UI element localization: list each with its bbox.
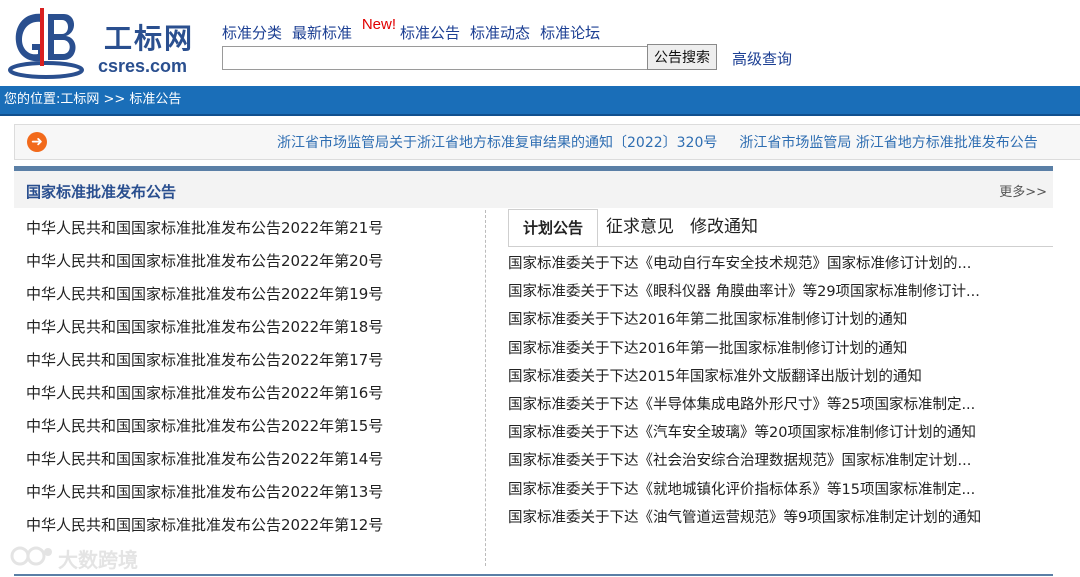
- list-item[interactable]: 国家标准委关于下达2016年第二批国家标准制修订计划的通知: [508, 306, 1038, 334]
- plan-announcement-list: 国家标准委关于下达《电动自行车安全技术规范》国家标准修订计划的... 国家标准委…: [508, 250, 1038, 532]
- new-badge: New!: [361, 16, 397, 33]
- site-logo[interactable]: 工标网 csres.com: [6, 4, 206, 80]
- nav-standard-announcements[interactable]: 标准公告: [400, 22, 460, 44]
- column-divider: [485, 210, 486, 566]
- nav-latest-standards-label: 最新标准: [292, 24, 353, 42]
- list-item[interactable]: 国家标准委关于下达《汽车安全玻璃》等20项国家标准制修订计划的通知: [508, 419, 1038, 447]
- logo-en-text: csres.com: [98, 56, 188, 76]
- list-item[interactable]: 中华人民共和国国家标准批准发布公告2022年第14号: [26, 443, 466, 476]
- announcement-search-input[interactable]: [222, 46, 650, 70]
- ticker-item[interactable]: 浙江省市场监管局 浙江省地方标准批准发布公告: [739, 135, 1037, 151]
- list-item[interactable]: 国家标准委关于下达《就地城镇化评价指标体系》等15项国家标准制定...: [508, 476, 1038, 504]
- list-item[interactable]: 中华人民共和国国家标准批准发布公告2022年第16号: [26, 377, 466, 410]
- section-title: 国家标准批准发布公告: [26, 183, 177, 201]
- more-link[interactable]: 更多>>: [999, 181, 1047, 200]
- tab-plan-announcements[interactable]: 计划公告: [508, 209, 599, 247]
- plan-tabs: 计划公告 征求意见 修改通知: [508, 209, 1053, 247]
- list-item[interactable]: 中华人民共和国国家标准批准发布公告2022年第15号: [26, 410, 466, 443]
- list-item[interactable]: 中华人民共和国国家标准批准发布公告2022年第17号: [26, 344, 466, 377]
- nav-standard-category[interactable]: 标准分类: [222, 22, 282, 44]
- nav-standard-news[interactable]: 标准动态: [470, 22, 530, 44]
- list-item[interactable]: 中华人民共和国国家标准批准发布公告2022年第21号: [26, 212, 466, 245]
- nav-standard-forum[interactable]: 标准论坛: [540, 22, 600, 44]
- top-nav: 标准分类 最新标准 New! 标准公告 标准动态 标准论坛: [222, 16, 610, 46]
- site-header: 工标网 csres.com 标准分类 最新标准 New! 标准公告 标准动态 标准论坛 公…: [0, 0, 1080, 84]
- nav-latest-standards[interactable]: 最新标准 New!: [292, 16, 396, 44]
- list-item[interactable]: 中华人民共和国国家标准批准发布公告2022年第13号: [26, 476, 466, 509]
- section-header: 国家标准批准发布公告 更多>>: [14, 166, 1053, 208]
- breadcrumb-bar: 您的位置:工标网 >> 标准公告: [0, 86, 1080, 116]
- logo-cn-text: 工标网: [104, 22, 195, 55]
- arrow-right-circle-icon: ➜: [27, 132, 47, 152]
- list-item[interactable]: 国家标准委关于下达2015年国家标准外文版翻译出版计划的通知: [508, 363, 1038, 391]
- gb-logo-icon: [8, 8, 84, 79]
- list-item[interactable]: 国家标准委关于下达《社会治安综合治理数据规范》国家标准制定计划...: [508, 447, 1038, 475]
- list-item[interactable]: 中华人民共和国国家标准批准发布公告2022年第18号: [26, 311, 466, 344]
- list-item[interactable]: 中华人民共和国国家标准批准发布公告2022年第20号: [26, 245, 466, 278]
- list-item[interactable]: 国家标准委关于下达《电动自行车安全技术规范》国家标准修订计划的...: [508, 250, 1038, 278]
- news-ticker: ➜ 浙江省市场监管局关于浙江省地方标准复审结果的通知〔2022〕320号 浙江省市…: [14, 124, 1080, 160]
- list-item[interactable]: 国家标准委关于下达《眼科仪器 角膜曲率计》等29项国家标准制修订计...: [508, 278, 1038, 306]
- breadcrumb: 您的位置:工标网 >> 标准公告: [4, 92, 182, 107]
- tab-amendments[interactable]: 修改通知: [682, 209, 766, 245]
- list-item[interactable]: 国家标准委关于下达2016年第一批国家标准制修订计划的通知: [508, 335, 1038, 363]
- list-item[interactable]: 中华人民共和国国家标准批准发布公告2022年第12号: [26, 509, 466, 542]
- tabs-underline: [508, 246, 1053, 247]
- bottom-divider: [14, 574, 1053, 576]
- tab-comments[interactable]: 征求意见: [598, 209, 682, 245]
- ticker-item[interactable]: 浙江省市场监管局关于浙江省地方标准复审结果的通知〔2022〕320号: [277, 135, 717, 151]
- list-item[interactable]: 国家标准委关于下达《半导体集成电路外形尺寸》等25项国家标准制定...: [508, 391, 1038, 419]
- national-standard-notice-list: 中华人民共和国国家标准批准发布公告2022年第21号 中华人民共和国国家标准批准…: [26, 212, 466, 542]
- watermark-logo-icon: [10, 546, 52, 566]
- ticker-items: 浙江省市场监管局关于浙江省地方标准复审结果的通知〔2022〕320号 浙江省市场监…: [277, 125, 1060, 159]
- list-item[interactable]: 中华人民共和国国家标准批准发布公告2022年第19号: [26, 278, 466, 311]
- announcement-search-button[interactable]: 公告搜索: [647, 44, 717, 70]
- advanced-search-link[interactable]: 高级查询: [732, 48, 792, 69]
- list-item[interactable]: 国家标准委关于下达《油气管道运营规范》等9项国家标准制定计划的通知: [508, 504, 1038, 532]
- watermark-text: 大数跨境: [58, 548, 138, 572]
